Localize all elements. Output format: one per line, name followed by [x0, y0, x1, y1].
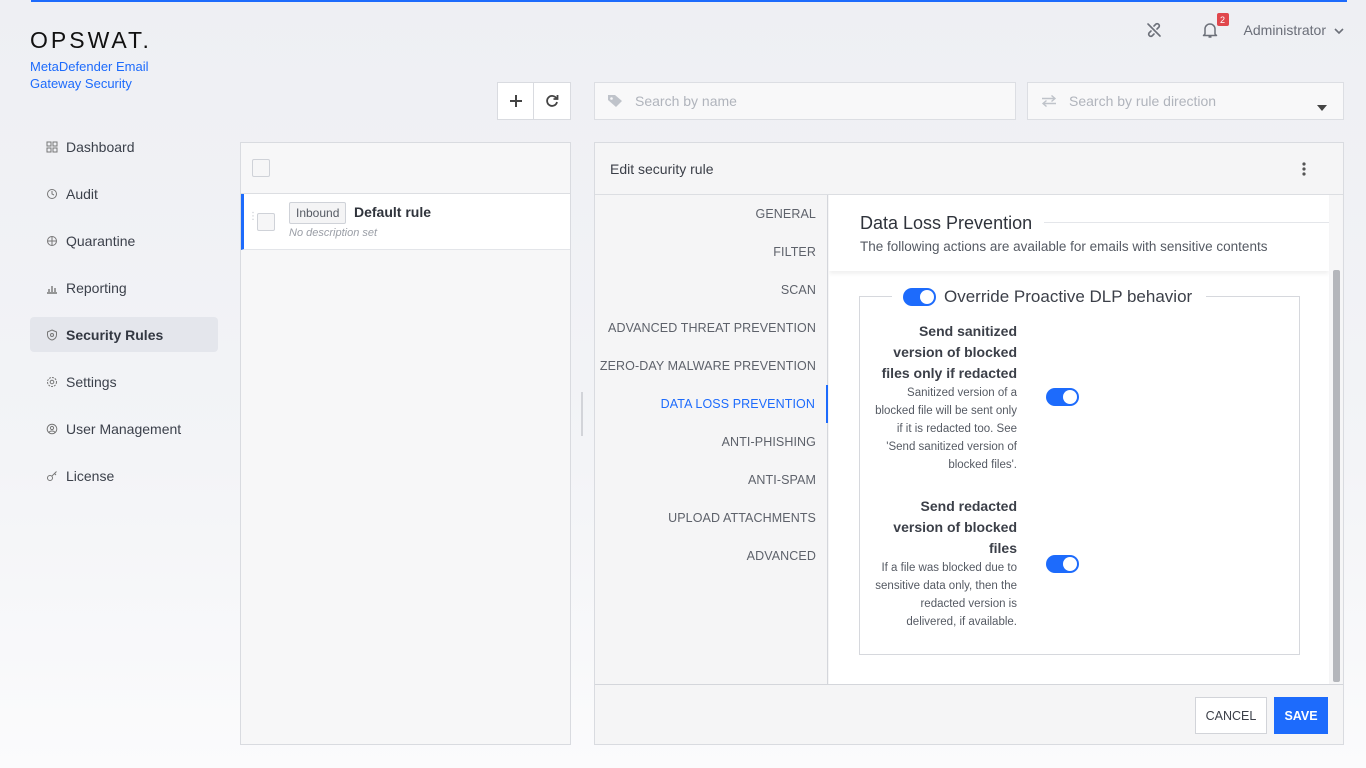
tab-scan[interactable]: SCAN: [595, 271, 827, 309]
edit-panel-footer: CANCEL SAVE: [595, 684, 1343, 744]
rule-direction-select[interactable]: Search by rule direction: [1027, 82, 1344, 120]
sidebar-item-dashboard[interactable]: Dashboard: [30, 129, 218, 164]
tag-icon: [607, 94, 623, 108]
sidebar-item-quarantine[interactable]: Quarantine: [30, 223, 218, 258]
brand: OPSWAT. MetaDefender Email Gateway Secur…: [30, 28, 170, 92]
sidebar-item-user-management[interactable]: User Management: [30, 411, 218, 446]
audit-icon: [46, 188, 58, 200]
override-dlp-label: Override Proactive DLP behavior: [944, 287, 1193, 306]
tab-upload-attachments[interactable]: UPLOAD ATTACHMENTS: [595, 499, 827, 537]
edit-panel-title: Edit security rule: [610, 160, 714, 177]
section-subtitle: The following actions are available for …: [860, 239, 1268, 254]
content-scrollbar[interactable]: [1330, 195, 1342, 684]
sidebar-item-security-rules[interactable]: Security Rules: [30, 317, 218, 352]
add-rule-button[interactable]: [497, 82, 534, 120]
plus-icon: [509, 95, 522, 107]
rule-direction-tag: Inbound: [289, 202, 347, 224]
rule-name: Default rule: [354, 204, 432, 220]
bell-icon: [1202, 23, 1217, 38]
tab-filter[interactable]: FILTER: [595, 233, 827, 271]
section-divider: [1044, 222, 1329, 223]
caret-down-icon: [1317, 98, 1327, 114]
sidebar-item-reporting[interactable]: Reporting: [30, 270, 218, 305]
tab-data-loss-prevention[interactable]: DATA LOSS PREVENTION: [595, 385, 828, 423]
product-name: MetaDefender Email Gateway Security: [30, 59, 149, 91]
direction-placeholder: Search by rule direction: [1069, 93, 1217, 109]
rule-list-panel: ⋮ Inbound Default rule No description se…: [240, 142, 571, 745]
tab-anti-phishing[interactable]: ANTI-PHISHING: [595, 423, 827, 461]
sidebar: Dashboard Audit Quarantine Reporting Sec…: [30, 129, 218, 505]
override-dlp-legend: Override Proactive DLP behavior: [892, 284, 1207, 310]
option-description: If a file was blocked due to sensitive d…: [875, 562, 1017, 628]
tab-anti-spam[interactable]: ANTI-SPAM: [595, 461, 827, 499]
editor-tabs: GENERAL FILTER SCAN ADVANCED THREAT PREV…: [595, 195, 828, 684]
more-options-icon[interactable]: [1295, 160, 1313, 178]
option-title: Send sanitized version of blocked files …: [881, 323, 1017, 381]
user-name: Administrator: [1243, 22, 1326, 38]
user-icon: [46, 423, 58, 435]
gear-icon: [46, 376, 58, 388]
quarantine-icon: [46, 235, 58, 247]
sidebar-item-label: Quarantine: [66, 232, 136, 249]
top-accent-line: [31, 0, 1347, 2]
opswat-logo: OPSWAT.: [30, 27, 152, 53]
rule-list-header: [241, 143, 570, 194]
option-description: Sanitized version of a blocked file will…: [875, 387, 1017, 471]
sidebar-item-label: Reporting: [66, 279, 127, 296]
option-title: Send redacted version of blocked files: [893, 498, 1017, 556]
sidebar-item-license[interactable]: License: [30, 458, 218, 493]
sidebar-item-label: Security Rules: [66, 326, 164, 343]
send-redacted-toggle[interactable]: [1046, 555, 1079, 573]
sidebar-item-settings[interactable]: Settings: [30, 364, 218, 399]
scrollbar-thumb[interactable]: [1333, 270, 1340, 682]
panel-splitter[interactable]: [581, 392, 583, 436]
edit-panel-header: Edit security rule: [595, 143, 1343, 195]
notification-badge: 2: [1216, 13, 1229, 26]
reporting-icon: [46, 282, 58, 294]
chevron-down-icon: [1334, 22, 1344, 38]
notifications-bell[interactable]: 2: [1198, 13, 1229, 42]
sidebar-item-audit[interactable]: Audit: [30, 176, 218, 211]
shield-icon: [46, 328, 58, 341]
sidebar-item-label: Audit: [66, 185, 98, 202]
rule-checkbox[interactable]: [257, 213, 275, 231]
select-all-checkbox[interactable]: [252, 159, 270, 177]
dashboard-icon: [46, 141, 58, 153]
override-dlp-fieldset: Override Proactive DLP behavior Send san…: [859, 284, 1300, 655]
rule-toolbar: [497, 82, 571, 120]
license-icon: [46, 470, 58, 482]
option-send-redacted: Send redacted version of blocked files I…: [874, 496, 1017, 631]
sidebar-item-label: License: [66, 467, 115, 484]
sidebar-item-label: Settings: [66, 373, 117, 390]
search-placeholder: Search by name: [635, 93, 737, 109]
unlink-icon[interactable]: [1142, 18, 1166, 42]
tab-zero-day-malware-prevention[interactable]: ZERO-DAY MALWARE PREVENTION: [595, 347, 827, 385]
edit-rule-panel: Edit security rule GENERAL FILTER SCAN A…: [594, 142, 1344, 745]
send-sanitized-toggle[interactable]: [1046, 388, 1079, 406]
dlp-content: Data Loss Prevention The following actio…: [829, 195, 1329, 684]
swap-arrows-icon: [1041, 95, 1057, 107]
rule-description: No description set: [289, 227, 378, 239]
cancel-button[interactable]: CANCEL: [1195, 697, 1267, 734]
section-title: Data Loss Prevention: [860, 213, 1033, 233]
refresh-icon: [546, 95, 559, 107]
rule-row[interactable]: ⋮ Inbound Default rule No description se…: [241, 194, 570, 250]
tab-general[interactable]: GENERAL: [595, 195, 827, 233]
section-header: Data Loss Prevention The following actio…: [829, 195, 1329, 271]
refresh-button[interactable]: [534, 82, 571, 120]
tab-advanced[interactable]: ADVANCED: [595, 537, 827, 575]
sidebar-item-label: User Management: [66, 420, 182, 437]
user-menu[interactable]: Administrator: [1244, 22, 1344, 38]
top-right-bar: 2 Administrator: [1142, 13, 1344, 42]
override-dlp-toggle[interactable]: [903, 288, 936, 306]
save-button[interactable]: SAVE: [1274, 697, 1328, 734]
sidebar-item-label: Dashboard: [66, 138, 135, 155]
search-input[interactable]: Search by name: [594, 82, 1016, 120]
option-send-sanitized: Send sanitized version of blocked files …: [874, 321, 1017, 474]
tab-advanced-threat-prevention[interactable]: ADVANCED THREAT PREVENTION: [595, 309, 827, 347]
